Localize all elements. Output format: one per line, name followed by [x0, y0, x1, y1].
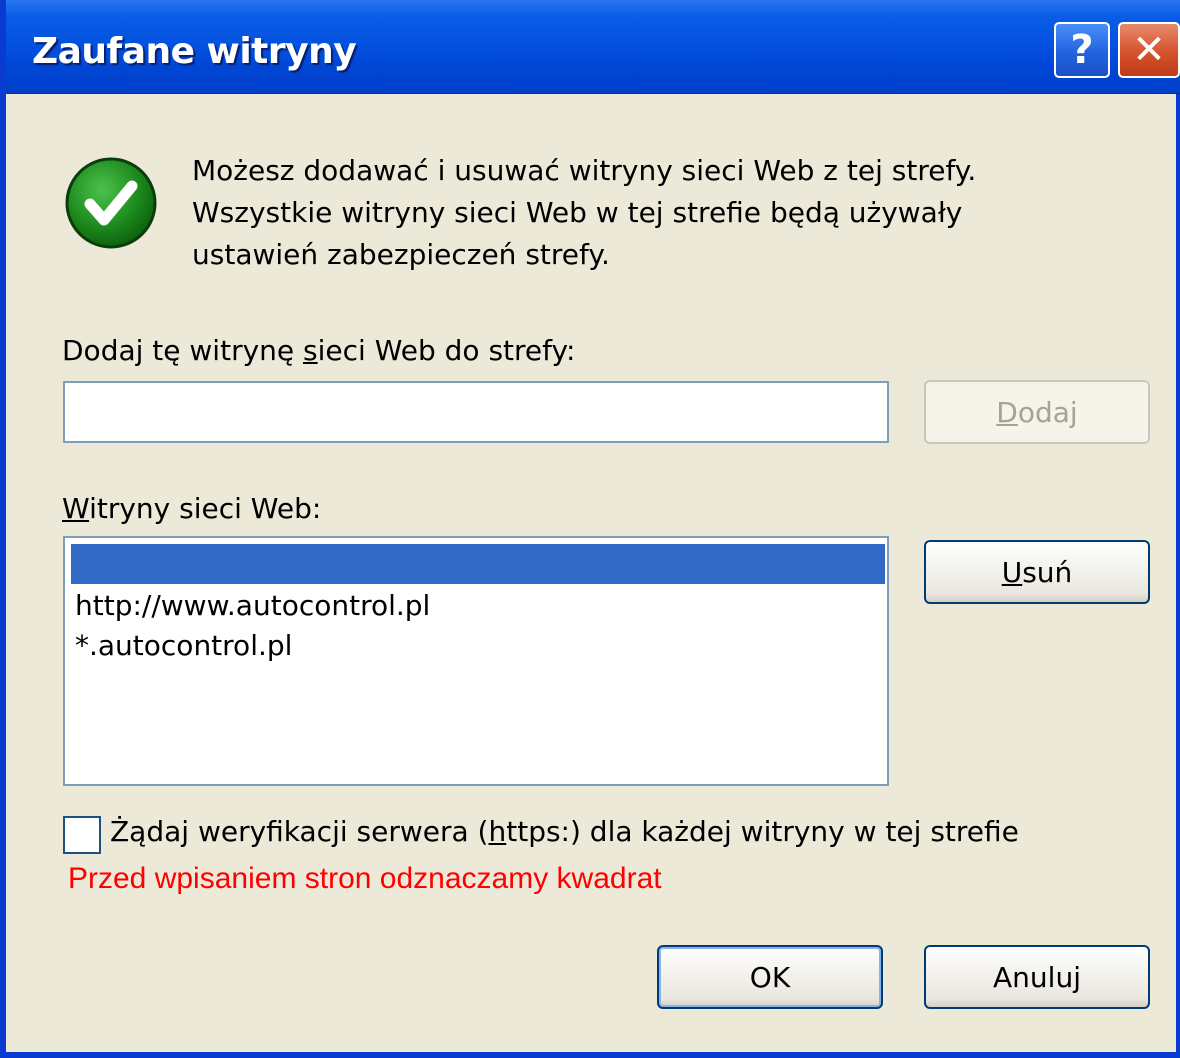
close-icon: ✕ [1132, 27, 1166, 73]
trusted-sites-dialog: Zaufane witryny ? ✕ Możesz dodawać i usu… [0, 0, 1180, 1058]
close-button[interactable]: ✕ [1118, 22, 1180, 78]
info-line: Możesz dodawać i usuwać witryny sieci We… [192, 154, 977, 187]
list-item[interactable] [71, 544, 885, 584]
help-button[interactable]: ? [1054, 22, 1110, 78]
add-site-input[interactable] [63, 381, 889, 443]
cancel-button[interactable]: Anuluj [924, 945, 1150, 1009]
title-bar[interactable]: Zaufane witryny ? ✕ [6, 0, 1180, 94]
https-checkbox-label[interactable]: Żądaj weryfikacji serwera (https:) dla k… [110, 815, 1019, 848]
remove-button[interactable]: Usuń [924, 540, 1150, 604]
https-checkbox[interactable] [63, 816, 101, 854]
list-item[interactable]: http://www.autocontrol.pl [71, 586, 885, 626]
add-button[interactable]: Dodaj [924, 380, 1150, 444]
ok-button[interactable]: OK [657, 945, 883, 1009]
info-line: ustawień zabezpieczeń strefy. [192, 238, 610, 271]
info-line: Wszystkie witryny sieci Web w tej strefi… [192, 196, 963, 229]
list-item[interactable]: *.autocontrol.pl [71, 626, 885, 666]
sites-list-label: Witryny sieci Web: [62, 492, 322, 525]
info-message: Możesz dodawać i usuwać witryny sieci We… [192, 150, 1092, 276]
sites-list[interactable]: http://www.autocontrol.pl *.autocontrol.… [63, 536, 889, 786]
help-icon: ? [1070, 27, 1094, 73]
add-site-label: Dodaj tę witrynę sieci Web do strefy: [62, 334, 576, 367]
annotation-note: Przed wpisaniem stron odznaczamy kwadrat [68, 862, 662, 895]
window-title: Zaufane witryny [32, 31, 357, 72]
green-checkmark-icon [65, 157, 157, 249]
